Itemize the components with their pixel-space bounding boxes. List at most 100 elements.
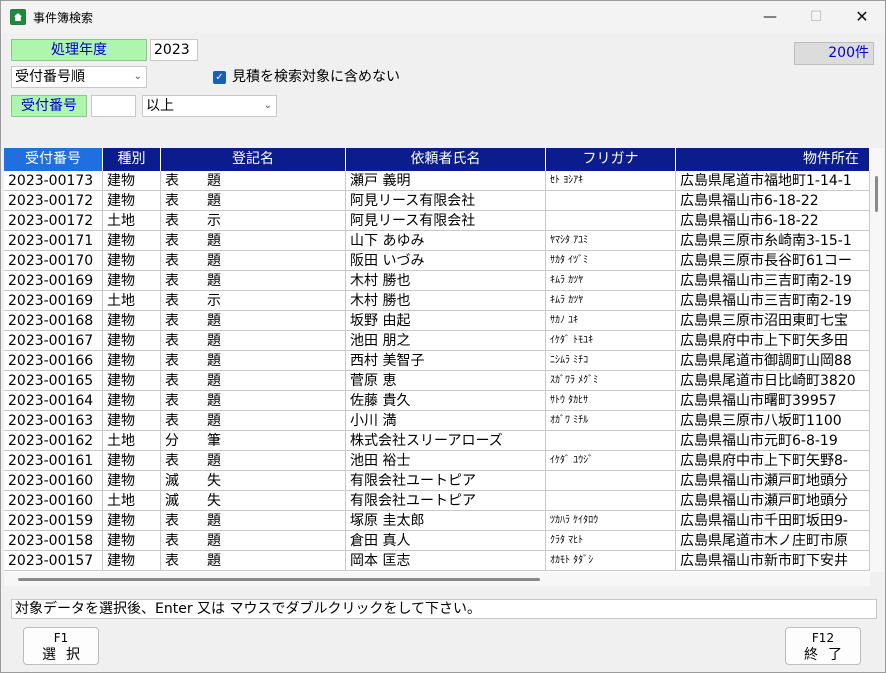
cell-furigana: [546, 471, 676, 491]
table-row[interactable]: 2023-00162 土地分 筆株式会社スリーアローズ 広島県福山市元町6-8-19: [4, 431, 870, 451]
window-title: 事件簿検索: [33, 11, 94, 25]
cell-client: 坂野 由起: [346, 311, 546, 331]
status-message: 対象データを選択後、Enter 又は マウスでダブルクリックをして下さい。: [11, 599, 877, 619]
cell-location: 広島県府中市上下町矢多田: [676, 331, 870, 351]
exclude-estimate-checkbox[interactable]: ✓: [213, 71, 226, 84]
cell-registration: 表 題: [161, 391, 346, 411]
column-header-client[interactable]: 依頼者氏名: [346, 148, 546, 171]
cell-client: 有限会社ユートピア: [346, 471, 546, 491]
cell-type: 建物: [103, 411, 161, 431]
column-header-number[interactable]: 受付番号: [4, 148, 103, 171]
cell-location: 広島県福山市曙町39957: [676, 391, 870, 411]
exclude-estimate-label: 見積を検索対象に含めない: [232, 69, 400, 85]
table-row[interactable]: 2023-00172 建物表 題阿見リース有限会社 広島県福山市6-18-22: [4, 191, 870, 211]
cell-number: 2023-00160: [4, 471, 103, 491]
column-header-location[interactable]: 物件所在: [676, 148, 870, 171]
column-header-furigana[interactable]: フリガナ: [546, 148, 676, 171]
column-header-registration[interactable]: 登記名: [161, 148, 346, 171]
horizontal-scrollbar[interactable]: [4, 572, 870, 586]
table-row[interactable]: 2023-00169 建物表 題木村 勝也 ｷﾑﾗ ｶﾂﾔ 広島県福山市三吉町南2-1…: [4, 271, 870, 291]
cell-registration: 表 題: [161, 451, 346, 471]
cell-type: 建物: [103, 451, 161, 471]
cell-number: 2023-00172: [4, 191, 103, 211]
title-bar: 事件簿検索 — ☐ ✕: [1, 1, 885, 33]
table-row[interactable]: 2023-00170 建物表 題阪田 いづみ ｻｶﾀ ｲﾂﾞﾐ 広島県三原市長谷町61…: [4, 251, 870, 271]
cell-client: 佐藤 貴久: [346, 391, 546, 411]
cell-registration: 表 題: [161, 331, 346, 351]
cell-client: 岡本 匡志: [346, 551, 546, 571]
exit-button[interactable]: F12 終了: [785, 627, 861, 665]
minimize-button[interactable]: —: [747, 1, 793, 33]
function-key-label: 選択: [42, 647, 90, 663]
scroll-thumb[interactable]: [18, 578, 540, 581]
select-button[interactable]: F1 選択: [23, 627, 99, 665]
scroll-thumb[interactable]: [875, 176, 878, 212]
year-input[interactable]: 2023: [150, 39, 198, 61]
cell-client: 阿見リース有限会社: [346, 211, 546, 231]
table-row[interactable]: 2023-00166 建物表 題西村 美智子 ﾆｼﾑﾗ ﾐﾁｺ 広島県尾道市御調町山岡…: [4, 351, 870, 371]
table-row[interactable]: 2023-00161 建物表 題池田 裕士 ｲｹﾀﾞ ﾕｳｼﾞ 広島県府中市上下町矢野…: [4, 451, 870, 471]
cell-registration: 表 示: [161, 291, 346, 311]
cell-client: 倉田 真人: [346, 531, 546, 551]
table-row[interactable]: 2023-00173 建物表 題瀬戸 義明 ｾﾄ ﾖｼｱｷ 広島県尾道市福地町1-14…: [4, 171, 870, 191]
cell-type: 建物: [103, 511, 161, 531]
table-row[interactable]: 2023-00169 土地表 示木村 勝也 ｷﾑﾗ ｶﾂﾔ 広島県福山市三吉町南2-1…: [4, 291, 870, 311]
table-row[interactable]: 2023-00158 建物表 題倉田 真人 ｸﾗﾀ ﾏﾋﾄ 広島県尾道市木ノ庄町市原: [4, 531, 870, 551]
cell-number: 2023-00162: [4, 431, 103, 451]
cell-client: 阪田 いづみ: [346, 251, 546, 271]
maximize-button[interactable]: ☐: [793, 1, 839, 33]
cell-number: 2023-00168: [4, 311, 103, 331]
table-row[interactable]: 2023-00165 建物表 題菅原 恵ｽｶﾞﾜﾗ ﾒｸﾞﾐ 広島県尾道市日比崎町3…: [4, 371, 870, 391]
close-button[interactable]: ✕: [839, 1, 885, 33]
table-row[interactable]: 2023-00167 建物表 題池田 朋之 ｲｹﾀﾞ ﾄﾓﾕｷ 広島県府中市上下町矢多…: [4, 331, 870, 351]
cell-client: 有限会社ユートピア: [346, 491, 546, 511]
cell-number: 2023-00161: [4, 451, 103, 471]
function-key-label: 終了: [804, 647, 852, 663]
cell-type: 建物: [103, 551, 161, 571]
vertical-scrollbar[interactable]: [870, 148, 884, 572]
table-row[interactable]: 2023-00160 建物滅 失有限会社ユートピア 広島県福山市瀬戸町地頭分: [4, 471, 870, 491]
cell-client: 木村 勝也: [346, 271, 546, 291]
cell-number: 2023-00167: [4, 331, 103, 351]
cell-registration: 表 題: [161, 411, 346, 431]
table-row[interactable]: 2023-00157 建物表 題岡本 匡志 ｵｶﾓﾄ ﾀﾀﾞｼ 広島県福山市新市町下安…: [4, 551, 870, 571]
table-row[interactable]: 2023-00159 建物表 題塚原 圭太郎 ﾂｶﾊﾗ ｹｲﾀﾛｳ 広島県福山市千田町…: [4, 511, 870, 531]
cell-location: 広島県三原市長谷町61コー: [676, 251, 870, 271]
cell-location: 広島県福山市6-18-22: [676, 211, 870, 231]
cell-registration: 分 筆: [161, 431, 346, 451]
cell-furigana: ｸﾗﾀ ﾏﾋﾄ: [546, 531, 676, 551]
column-header-type[interactable]: 種別: [103, 148, 161, 171]
table-row[interactable]: 2023-00163 建物表 題小川 満ｵｶﾞﾜ ﾐﾁﾙ 広島県三原市八坂町1100: [4, 411, 870, 431]
cell-type: 建物: [103, 251, 161, 271]
cell-number: 2023-00166: [4, 351, 103, 371]
cell-furigana: ｷﾑﾗ ｶﾂﾔ: [546, 291, 676, 311]
cell-furigana: ｾﾄ ﾖｼｱｷ: [546, 171, 676, 191]
condition-select-value: 以上: [146, 98, 174, 114]
sort-select[interactable]: 受付番号順 ⌄: [11, 66, 147, 88]
number-input[interactable]: [91, 95, 136, 117]
cell-type: 建物: [103, 191, 161, 211]
cell-client: 瀬戸 義明: [346, 171, 546, 191]
cell-number: 2023-00157: [4, 551, 103, 571]
cell-registration: 表 題: [161, 551, 346, 571]
table-row[interactable]: 2023-00164 建物表 題佐藤 貴久 ｻﾄｳ ﾀｶﾋｻ 広島県福山市曙町3995…: [4, 391, 870, 411]
cell-number: 2023-00160: [4, 491, 103, 511]
cell-type: 土地: [103, 431, 161, 451]
cell-registration: 表 題: [161, 351, 346, 371]
cell-registration: 表 題: [161, 511, 346, 531]
cell-type: 建物: [103, 311, 161, 331]
cell-registration: 滅 失: [161, 491, 346, 511]
cell-location: 広島県福山市千田町坂田9-: [676, 511, 870, 531]
table-row[interactable]: 2023-00172 土地表 示阿見リース有限会社 広島県福山市6-18-22: [4, 211, 870, 231]
table-row[interactable]: 2023-00168 建物表 題坂野 由起 ｻｶﾉ ﾕｷ 広島県三原市沼田東町七宝: [4, 311, 870, 331]
cell-location: 広島県三原市沼田東町七宝: [676, 311, 870, 331]
cell-number: 2023-00173: [4, 171, 103, 191]
cell-number: 2023-00159: [4, 511, 103, 531]
condition-select[interactable]: 以上 ⌄: [142, 95, 277, 117]
table-row[interactable]: 2023-00160 土地滅 失有限会社ユートピア 広島県福山市瀬戸町地頭分: [4, 491, 870, 511]
function-key: F12: [811, 631, 835, 645]
cell-type: 建物: [103, 531, 161, 551]
cell-client: 阿見リース有限会社: [346, 191, 546, 211]
table-row[interactable]: 2023-00171 建物表 題山下 あゆみ ﾔﾏｼﾀ ｱﾕﾐ 広島県三原市糸崎南3-…: [4, 231, 870, 251]
app-window: 事件簿検索 — ☐ ✕ 処理年度 2023 受付番号順 ⌄ ✓ 見積を検索対象に…: [0, 0, 886, 673]
